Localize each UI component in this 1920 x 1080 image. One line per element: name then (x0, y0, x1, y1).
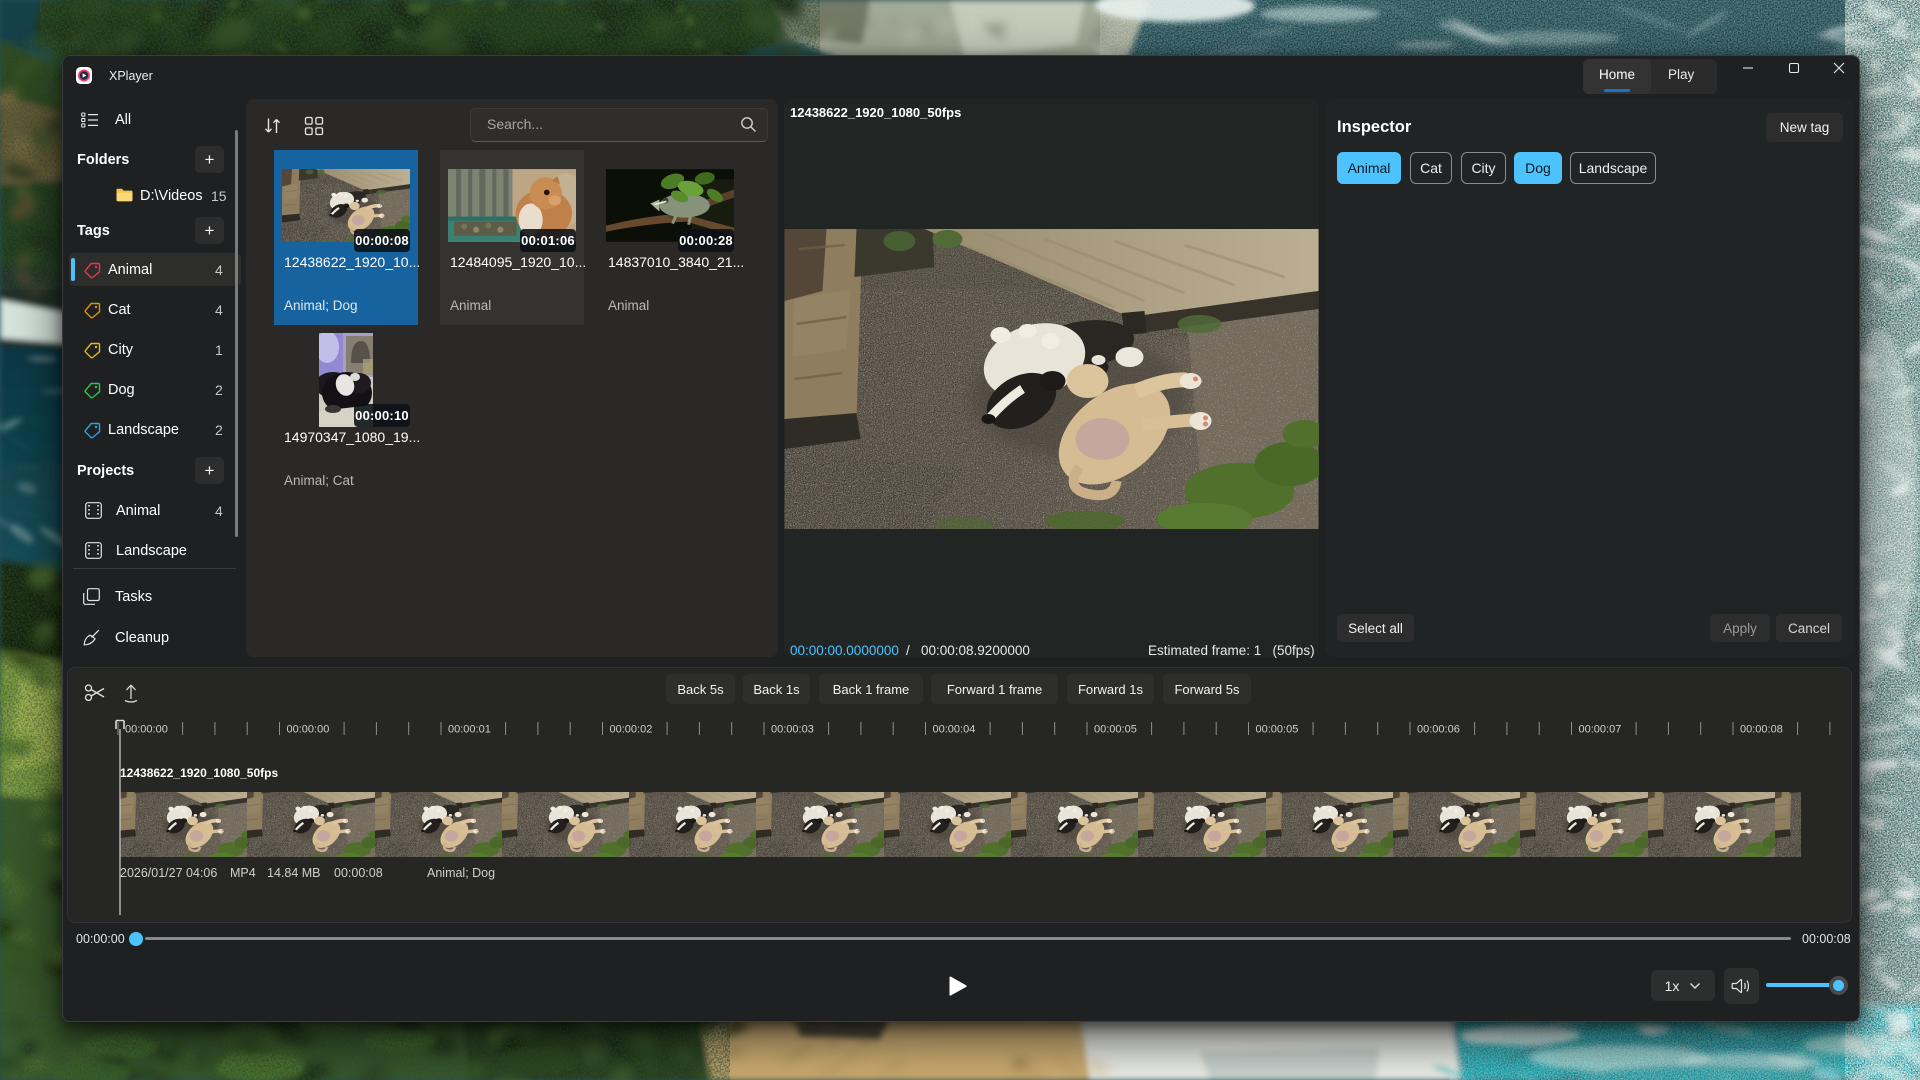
svg-text:00:00:04: 00:00:04 (933, 724, 976, 736)
svg-text:00:00:06: 00:00:06 (1417, 724, 1460, 736)
svg-text:00:00:00: 00:00:00 (287, 724, 330, 736)
svg-text:00:00:07: 00:00:07 (1579, 724, 1622, 736)
svg-text:00:00:02: 00:00:02 (610, 724, 653, 736)
svg-text:00:00:05: 00:00:05 (1094, 724, 1137, 736)
svg-text:00:00:03: 00:00:03 (771, 724, 814, 736)
svg-text:00:00:08: 00:00:08 (1740, 724, 1783, 736)
svg-text:00:00:05: 00:00:05 (1256, 724, 1299, 736)
svg-text:00:00:01: 00:00:01 (448, 724, 491, 736)
